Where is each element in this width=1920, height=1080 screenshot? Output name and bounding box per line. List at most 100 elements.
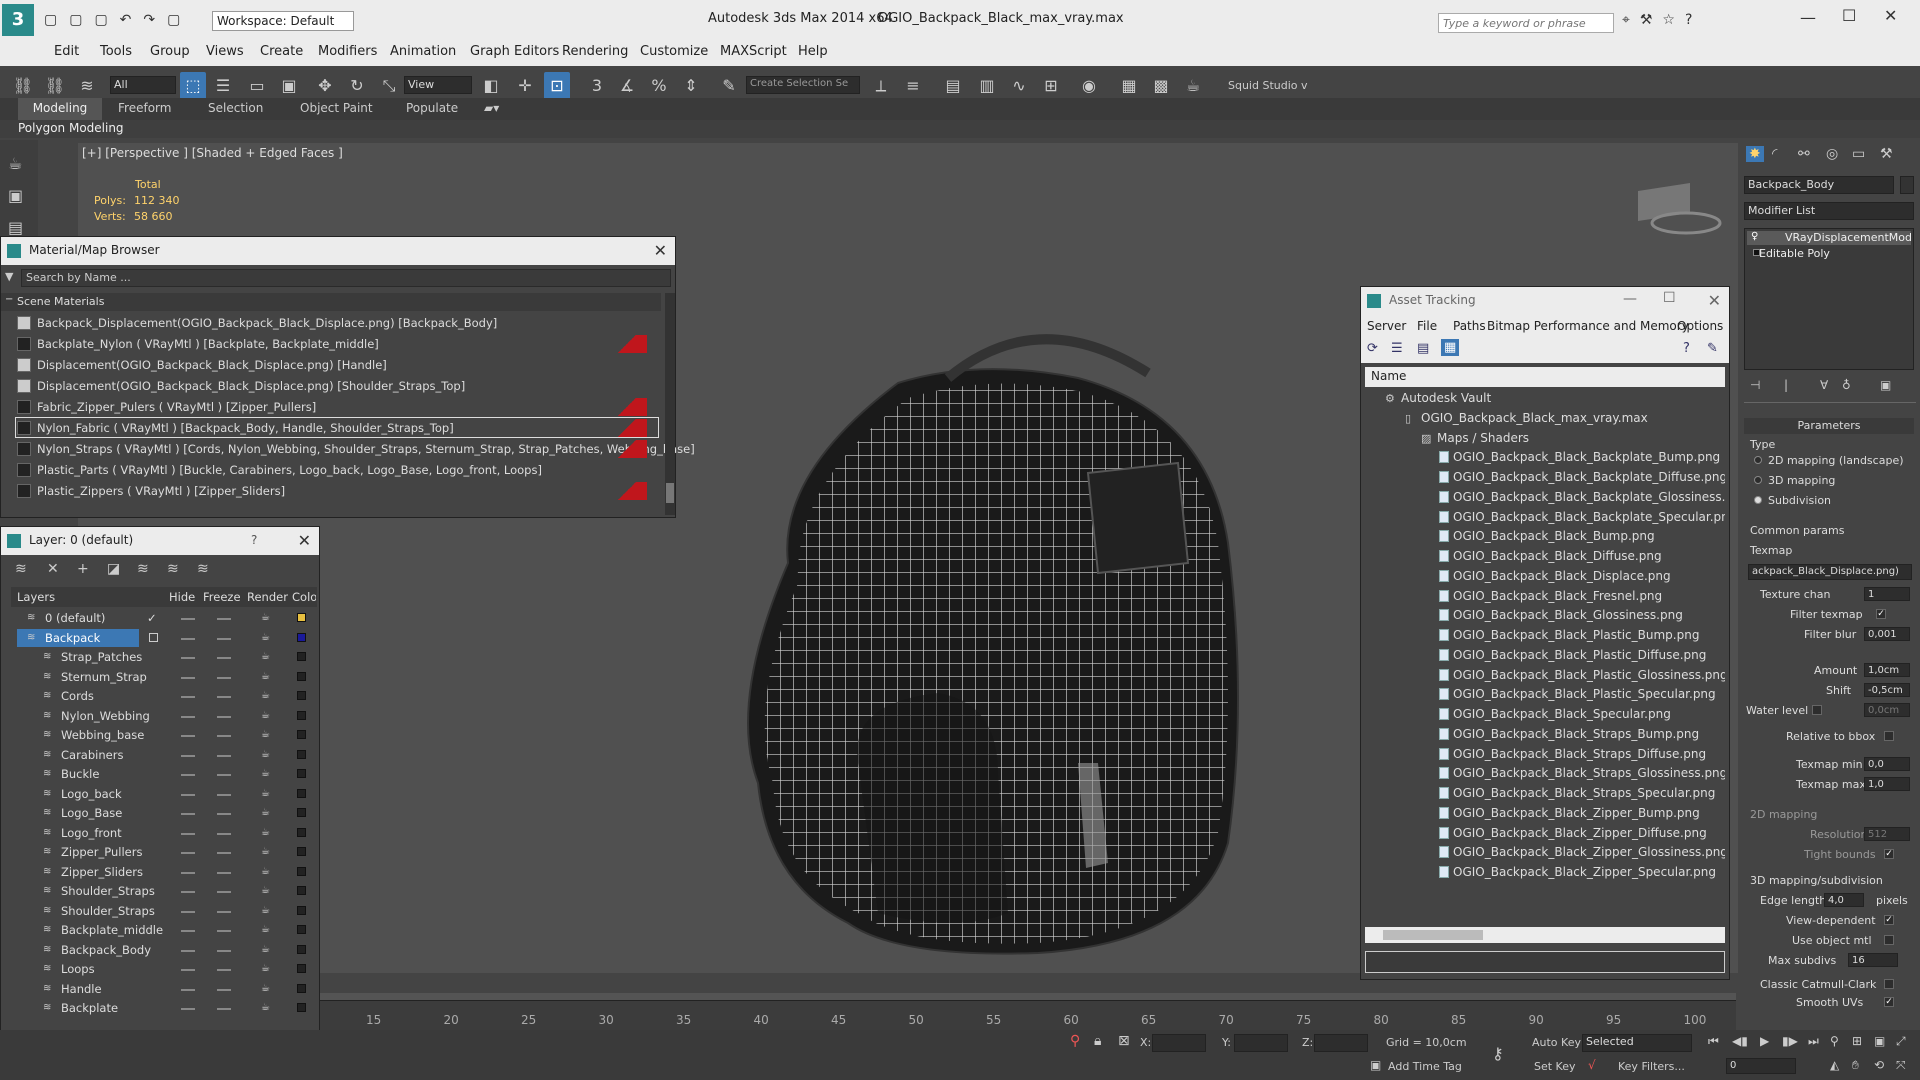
polygon-modeling-label[interactable]: Polygon Modeling <box>18 121 124 135</box>
water-level-checkbox[interactable] <box>1812 705 1822 715</box>
lock-selection-icon[interactable]: 🔒︎ <box>1094 1033 1101 1049</box>
toggle-dash[interactable] <box>217 618 231 620</box>
layer-color-swatch[interactable] <box>297 710 306 720</box>
scene-materials-header[interactable]: Scene Materials <box>1 293 661 311</box>
col-layers[interactable]: Layers <box>17 590 55 604</box>
layer-row[interactable]: ≋ Strap_Patches ☕ <box>11 648 311 666</box>
schematic-view-icon[interactable]: ⊞ <box>1038 72 1064 100</box>
toggle-dash[interactable] <box>181 735 195 737</box>
col-render[interactable]: Render <box>247 590 288 604</box>
tab-modeling[interactable]: Modeling <box>18 98 102 120</box>
maximize-icon[interactable]: ☐ <box>1663 290 1676 306</box>
render-teapot-icon[interactable]: ☕ <box>261 843 271 857</box>
use-object-mtl-checkbox[interactable] <box>1884 935 1894 945</box>
render-teapot-icon[interactable]: ☕ <box>261 999 271 1013</box>
rect-selection-icon[interactable]: ▭ <box>244 72 270 100</box>
list-item[interactable]: Displacement(OGIO_Backpack_Black_Displac… <box>37 377 465 396</box>
render-teapot-icon[interactable]: ☕ <box>261 921 271 935</box>
asset-file-row[interactable]: OGIO_Backpack_Black_Backplate_Bump.png <box>1365 448 1725 467</box>
layer-color-swatch[interactable] <box>297 632 306 642</box>
menu-file[interactable]: File <box>1417 319 1437 333</box>
orbit-icon[interactable]: ⟲ <box>1874 1058 1884 1072</box>
material-editor-icon[interactable]: ◉ <box>1076 72 1102 100</box>
asset-file-row[interactable]: OGIO_Backpack_Black_Backplate_Glossiness… <box>1365 488 1725 507</box>
close-icon[interactable]: ✕ <box>654 241 667 260</box>
render-teapot-icon[interactable]: ☕ <box>261 707 271 721</box>
layer-color-swatch[interactable] <box>297 769 306 778</box>
asset-file-row[interactable]: OGIO_Backpack_Black_Glossiness.png <box>1365 606 1725 625</box>
utilities-tab-icon[interactable]: ⚒ <box>1880 146 1893 162</box>
toggle-dash[interactable] <box>181 988 195 991</box>
layer-row[interactable]: ≋ Webbing_base ☕ <box>11 726 311 744</box>
toggle-dash[interactable] <box>181 657 195 659</box>
pin-stack-icon[interactable]: ⊣ <box>1750 378 1760 392</box>
track-bar[interactable]: 15 20 25 30 35 40 45 50 55 60 65 70 75 80 85 90 95 100 <box>320 1000 1736 1030</box>
toggle-dash[interactable] <box>217 657 231 659</box>
set-key-filter-icon[interactable]: √ <box>1588 1058 1596 1072</box>
layer-row[interactable]: ≋ Shoulder_Straps ☕ <box>11 882 311 900</box>
menu-customize[interactable]: Customize <box>640 40 708 63</box>
bind-space-warp-icon[interactable]: ≋ <box>74 72 100 100</box>
layer-row[interactable]: ≋ Backplate_middle ☕ <box>11 921 311 939</box>
render-teapot-icon[interactable]: ☕ <box>261 824 271 838</box>
named-selection-set-dropdown[interactable]: Create Selection Se <box>746 76 860 94</box>
toggle-dash[interactable] <box>181 949 195 952</box>
maximize-viewport-icon[interactable]: ⤢ <box>1896 1034 1906 1049</box>
layer-color-swatch[interactable] <box>297 964 306 973</box>
layer-color-swatch[interactable] <box>297 925 306 934</box>
current-layer-box[interactable] <box>149 632 158 642</box>
shift-field[interactable]: -0,5cm <box>1864 683 1910 697</box>
table-view-icon[interactable]: ▦ <box>1441 339 1460 356</box>
layer-row[interactable]: ≋ Cords ☕ <box>11 687 311 705</box>
render-teapot-icon[interactable]: ☕ <box>261 980 271 994</box>
toggle-dash[interactable] <box>217 754 231 757</box>
layer-row[interactable]: ≋ Zipper_Sliders ☕ <box>11 863 311 881</box>
app-logo[interactable]: 3 <box>2 4 34 36</box>
layer-color-swatch[interactable] <box>297 886 306 895</box>
toggle-dash[interactable] <box>181 696 195 698</box>
search-by-name-input[interactable]: Search by Name ... <box>21 269 671 287</box>
x-coord-field[interactable] <box>1152 1034 1206 1052</box>
max-toggle-icon[interactable]: ⤧ <box>1896 1058 1906 1073</box>
asset-file-row[interactable]: OGIO_Backpack_Black_Plastic_Diffuse.png <box>1365 646 1725 665</box>
asset-file-row[interactable]: OGIO_Backpack_Black_Straps_Bump.png <box>1365 725 1725 744</box>
mirror-icon[interactable]: ⟂ <box>868 72 894 100</box>
vault-node[interactable]: ⚙ Autodesk Vault <box>1365 389 1725 408</box>
toggle-dash[interactable] <box>181 618 195 620</box>
options-icon[interactable]: ✎ <box>1707 341 1718 356</box>
object-name-field[interactable]: Backpack_Body <box>1744 176 1894 194</box>
list-item[interactable]: Plastic_Parts ( VRayMtl ) [Buckle, Carab… <box>37 461 542 480</box>
asset-file-row[interactable]: OGIO_Backpack_Black_Specular.png <box>1365 705 1725 724</box>
asset-file-row[interactable]: OGIO_Backpack_Black_Plastic_Specular.png <box>1365 685 1725 704</box>
smooth-uvs-checkbox[interactable]: ✓ <box>1884 997 1894 1007</box>
toggle-dash[interactable] <box>217 813 231 815</box>
time-tag-icon[interactable]: ▣ <box>1370 1058 1381 1072</box>
col-freeze[interactable]: Freeze <box>203 590 241 604</box>
texmap-max-field[interactable]: 1,0 <box>1864 777 1910 791</box>
help-search-input[interactable] <box>1438 13 1614 33</box>
spinner-snap-icon[interactable]: ⇕ <box>678 72 704 100</box>
manipulate-icon[interactable]: ✛ <box>512 72 538 100</box>
edit-named-sets-icon[interactable]: ✎ <box>716 72 742 100</box>
menu-rendering[interactable]: Rendering <box>562 40 628 63</box>
render-teapot-icon[interactable]: ☕ <box>261 902 271 916</box>
isolate-icon[interactable]: ⚲ <box>1070 1033 1080 1049</box>
layer-row[interactable]: ≋ Sternum_Strap ☕ <box>11 668 311 686</box>
create-layer-icon[interactable]: ≋ <box>15 561 27 577</box>
render-teapot-icon[interactable]: ☕ <box>261 960 271 974</box>
menu-bitmap-performance[interactable]: Bitmap Performance and Memory <box>1487 319 1689 333</box>
toggle-dash[interactable] <box>181 676 195 679</box>
toggle-dash[interactable] <box>217 852 231 854</box>
menu-server[interactable]: Server <box>1367 319 1406 333</box>
reference-coord-dropdown[interactable]: View <box>404 76 472 94</box>
texmap-button[interactable]: ackpack_Black_Displace.png) <box>1748 564 1912 580</box>
toggle-dash[interactable] <box>181 637 195 640</box>
pivot-icon[interactable]: ◧ <box>478 72 504 100</box>
maximize-button[interactable]: ☐ <box>1842 6 1856 25</box>
maxscript-listener[interactable] <box>320 1032 1060 1054</box>
layer-color-swatch[interactable] <box>297 788 306 798</box>
percent-snap-icon[interactable]: % <box>646 72 672 100</box>
toggle-dash[interactable] <box>217 676 231 679</box>
minimize-icon[interactable]: — <box>1623 291 1637 307</box>
scale-icon[interactable]: ⤡ <box>376 72 402 100</box>
